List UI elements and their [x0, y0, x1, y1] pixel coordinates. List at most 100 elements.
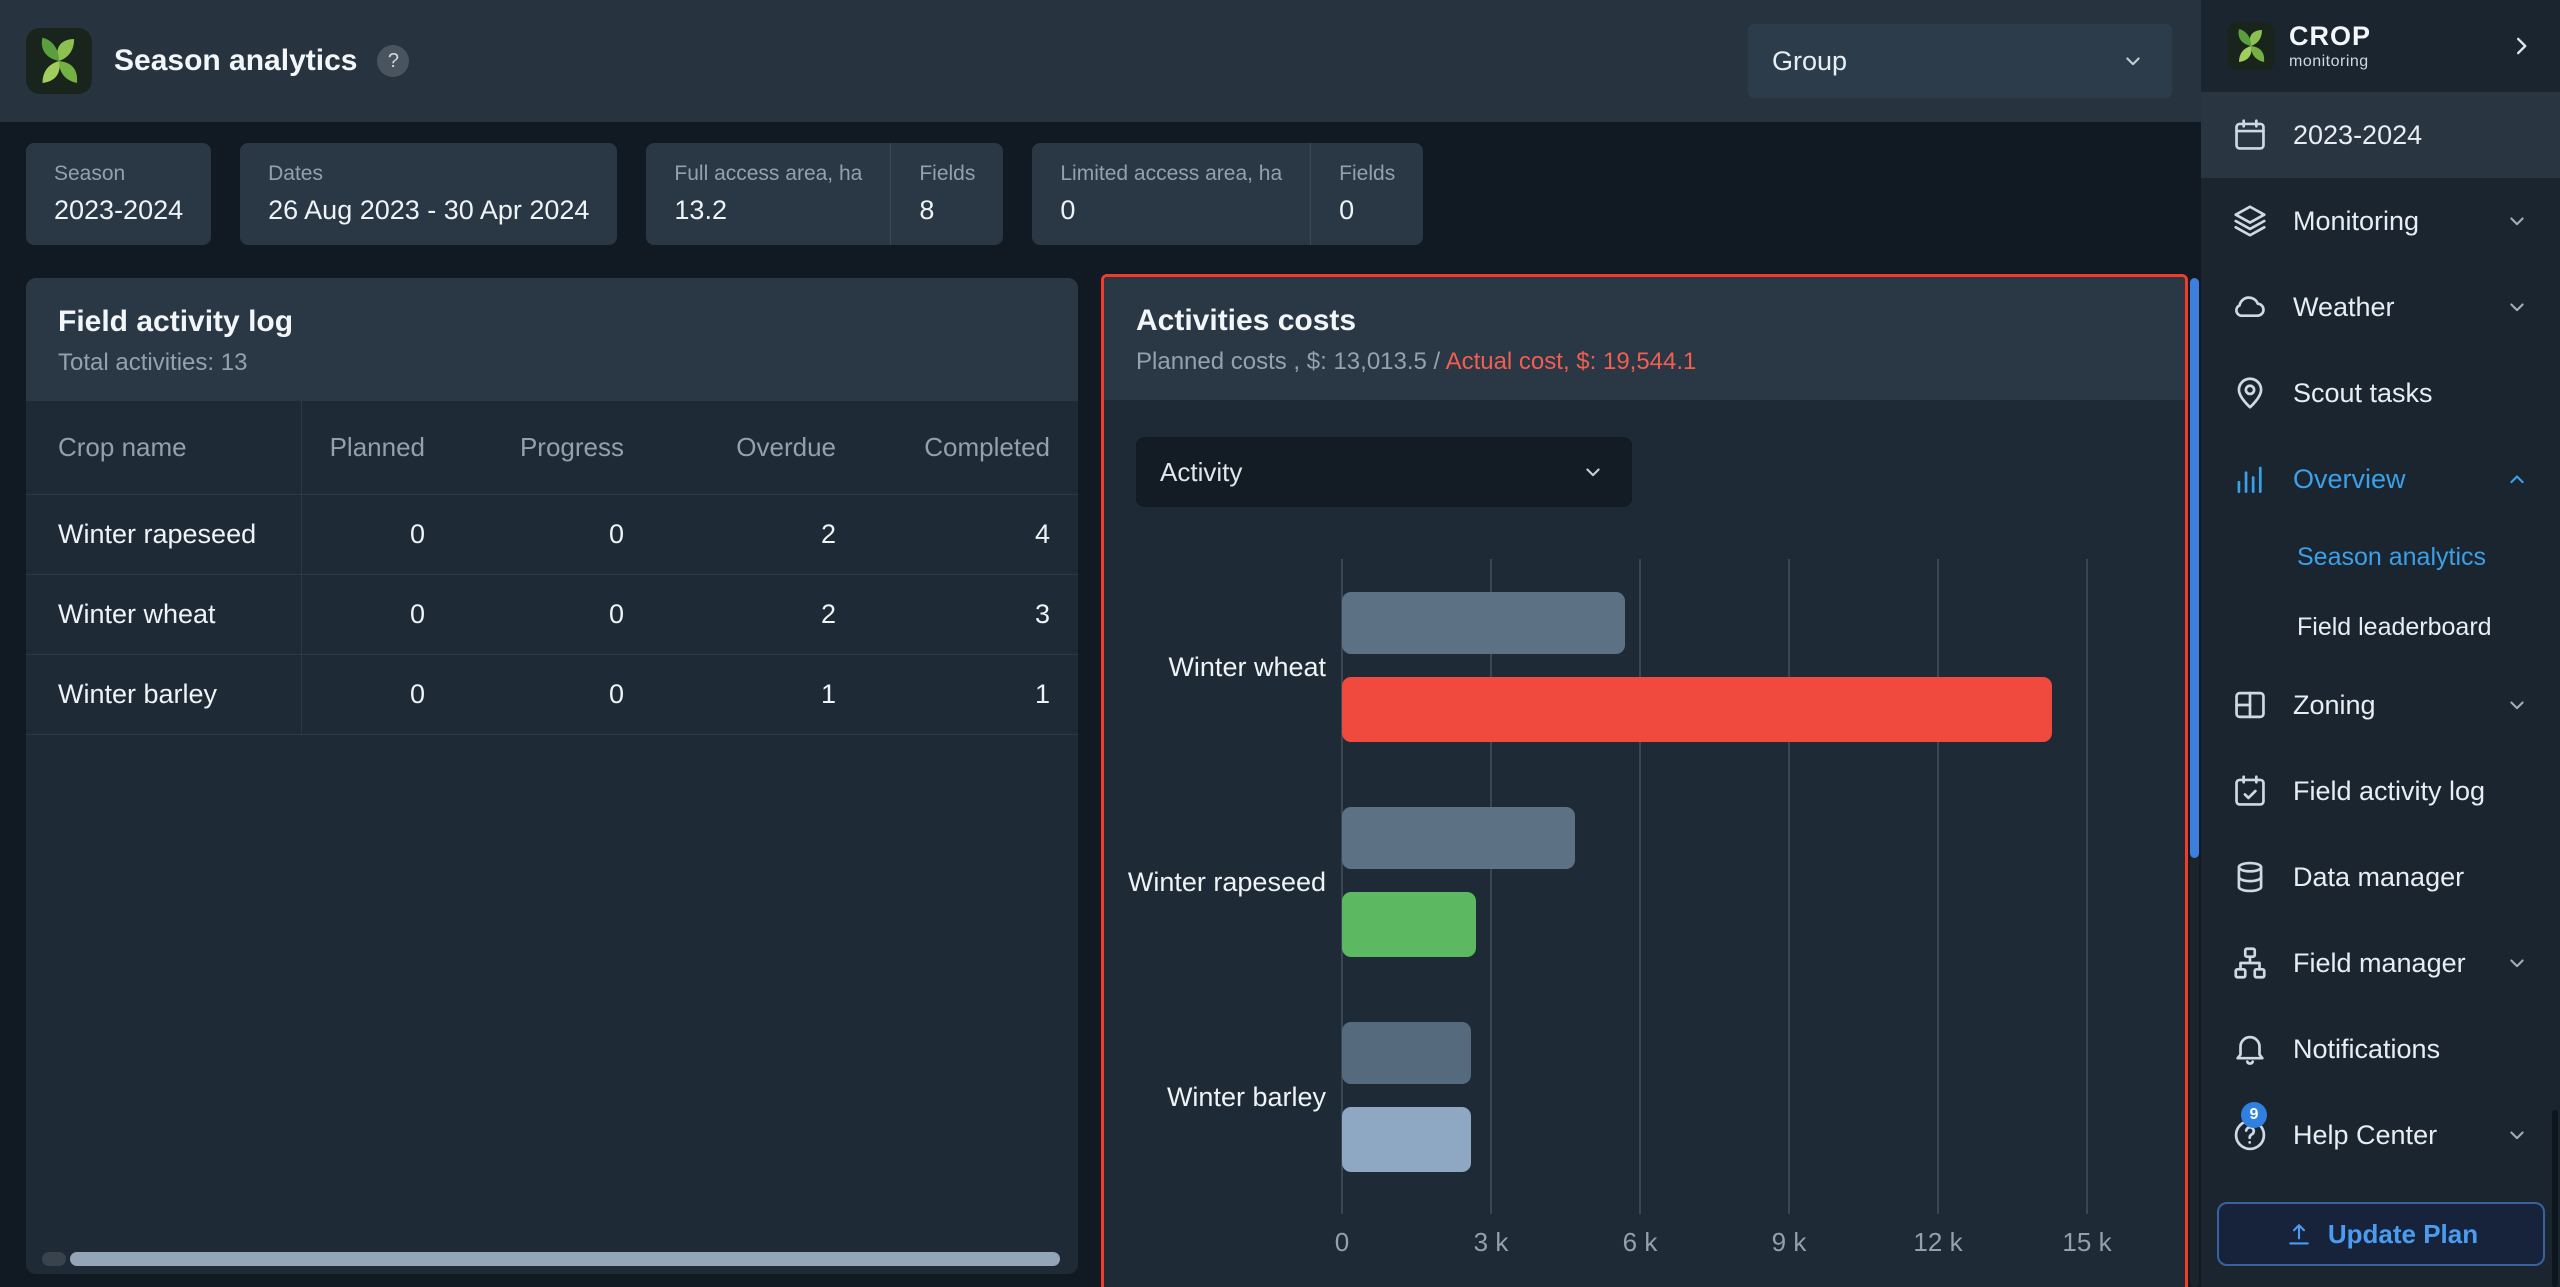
limited-access-area-segment: Limited access area, ha 0 [1032, 143, 1310, 245]
planned-cell: 0 [302, 655, 453, 734]
bar-actual-cost-winter-barley[interactable] [1342, 1107, 1471, 1172]
sidebar-item-season-analytics[interactable]: Season analytics [2201, 522, 2560, 592]
full-access-fields-label: Fields [919, 162, 975, 186]
total-activities: Total activities: 13 [58, 349, 1046, 377]
limited-access-label: Limited access area, ha [1060, 162, 1282, 186]
limited-access-fields-value: 0 [1339, 195, 1395, 226]
limited-access-chip: Limited access area, ha 0 Fields 0 [1032, 143, 1423, 245]
full-access-fields-segment: Fields 8 [890, 143, 1003, 245]
horizontal-scrollbar-thumb[interactable] [70, 1252, 1060, 1266]
full-access-value: 13.2 [674, 195, 862, 226]
help-icon[interactable]: ? [377, 45, 409, 77]
season-chip-value: 2023-2024 [54, 195, 183, 226]
sidebar-item-notifications[interactable]: Notifications [2201, 1006, 2560, 1092]
group-dropdown[interactable]: Group [1748, 24, 2172, 98]
column-overdue[interactable]: Overdue [652, 401, 864, 494]
sidebar-item-overview[interactable]: Overview [2201, 436, 2560, 522]
sub-item-label: Season analytics [2297, 543, 2486, 572]
field-activity-log-title: Field activity log [58, 305, 1046, 339]
bar-planned-costs-winter-wheat[interactable] [1342, 592, 1625, 654]
sidebar-item-field-manager[interactable]: Field manager [2201, 920, 2560, 1006]
sidebar-item-field-activity-log[interactable]: Field activity log [2201, 748, 2560, 834]
dates-chip-value: 26 Aug 2023 - 30 Apr 2024 [268, 195, 589, 226]
overdue-cell: 1 [652, 655, 864, 734]
x-tick-label: 6 k [1623, 1227, 1658, 1258]
activities-costs-card: Activities costs Planned costs , $: 13,0… [1104, 277, 2185, 1287]
summary-chips: Season 2023-2024 Dates 26 Aug 2023 - 30 … [26, 143, 1423, 245]
column-planned[interactable]: Planned [302, 401, 453, 494]
limited-access-fields-segment: Fields 0 [1310, 143, 1423, 245]
column-progress[interactable]: Progress [453, 401, 652, 494]
brand-name: CROP monitoring [2289, 23, 2371, 70]
full-access-chip: Full access area, ha 13.2 Fields 8 [646, 143, 1003, 245]
sidebar-item-label: Field activity log [2293, 776, 2485, 807]
crop-monitoring-app: Season analytics ? Group Season 2023-202… [0, 0, 2560, 1287]
bar-pair [1342, 1022, 2087, 1172]
sidebar-item-label: 2023-2024 [2293, 120, 2422, 151]
category-label: Winter barley [1104, 1022, 1326, 1172]
sidebar-item-label: Data manager [2293, 862, 2464, 893]
vertical-scrollbar-thumb[interactable] [2190, 278, 2199, 858]
sidebar-item-scout-tasks[interactable]: Scout tasks [2201, 350, 2560, 436]
sidebar-item-data-manager[interactable]: Data manager [2201, 834, 2560, 920]
cloud-icon [2231, 288, 2269, 326]
activity-dropdown[interactable]: Activity [1136, 437, 1632, 507]
right-sidebar: CROP monitoring 2023-2024 Monitoring Wea… [2201, 0, 2560, 1287]
x-tick-label: 9 k [1772, 1227, 1807, 1258]
update-plan-label: Update Plan [2328, 1219, 2478, 1250]
horizontal-scrollbar[interactable] [42, 1252, 1062, 1266]
chevron-down-icon [2502, 690, 2532, 720]
scrollbar-corner [42, 1252, 66, 1266]
selection-highlight-border: Activities costs Planned costs , $: 13,0… [1101, 274, 2188, 1287]
table-row[interactable]: Winter barley 0 0 1 1 [26, 655, 1078, 735]
bar-actual-cost-winter-wheat[interactable] [1342, 677, 2052, 742]
planned-cell: 0 [302, 575, 453, 654]
sidebar-item-monitoring[interactable]: Monitoring [2201, 178, 2560, 264]
bar-actual-cost-winter-rapeseed[interactable] [1342, 892, 1476, 957]
crop-name-cell: Winter rapeseed [26, 495, 302, 574]
sidebar-item-season[interactable]: 2023-2024 [2201, 92, 2560, 178]
sidebar-item-label: Help Center [2293, 1120, 2437, 1151]
bar-planned-costs-winter-barley[interactable] [1342, 1022, 1471, 1084]
map-pin-icon [2231, 374, 2269, 412]
chevron-down-icon [2118, 46, 2148, 76]
notification-badge: 9 [2241, 1102, 2267, 1128]
chart-x-axis: 03 k6 k9 k12 k15 k [1342, 1227, 2087, 1259]
column-crop-name[interactable]: Crop name [26, 401, 302, 494]
collapse-sidebar-icon[interactable] [2504, 29, 2538, 63]
hierarchy-icon [2231, 944, 2269, 982]
progress-cell: 0 [453, 495, 652, 574]
bar-pair [1342, 592, 2087, 742]
planned-costs-text: Planned costs , $: 13,013.5 / [1136, 348, 1446, 375]
table-row[interactable]: Winter rapeseed 0 0 2 4 [26, 495, 1078, 575]
overdue-cell: 2 [652, 495, 864, 574]
bar-pair [1342, 807, 2087, 957]
chart-bars: Winter wheatWinter rapeseedWinter barley [1104, 559, 2087, 1214]
sidebar-item-zoning[interactable]: Zoning [2201, 662, 2560, 748]
sidebar-item-weather[interactable]: Weather [2201, 264, 2560, 350]
column-completed[interactable]: Completed [864, 401, 1078, 494]
app-logo-icon [26, 28, 92, 94]
field-activity-log-header: Field activity log Total activities: 13 [26, 278, 1078, 401]
overdue-cell: 2 [652, 575, 864, 654]
calendar-check-icon [2231, 772, 2269, 810]
sub-item-label: Field leaderboard [2297, 613, 2492, 642]
calendar-icon [2231, 116, 2269, 154]
table-row[interactable]: Winter wheat 0 0 2 3 [26, 575, 1078, 655]
chevron-down-icon [2502, 1120, 2532, 1150]
crop-name-cell: Winter barley [26, 655, 302, 734]
x-tick-label: 0 [1335, 1227, 1349, 1258]
x-tick-label: 12 k [1913, 1227, 1962, 1258]
update-plan-button[interactable]: Update Plan [2217, 1202, 2545, 1266]
sidebar-item-field-leaderboard[interactable]: Field leaderboard [2201, 592, 2560, 662]
sidebar-scrollbar[interactable] [2552, 1110, 2558, 1287]
bar-planned-costs-winter-rapeseed[interactable] [1342, 807, 1575, 869]
sidebar-item-help-center[interactable]: 9 Help Center [2201, 1092, 2560, 1178]
chevron-down-icon [1578, 457, 1608, 487]
completed-cell: 3 [864, 575, 1078, 654]
vertical-scrollbar[interactable] [2190, 278, 2199, 1287]
completed-cell: 4 [864, 495, 1078, 574]
sidebar-item-label: Notifications [2293, 1034, 2440, 1065]
limited-access-value: 0 [1060, 195, 1282, 226]
zoning-grid-icon [2231, 686, 2269, 724]
